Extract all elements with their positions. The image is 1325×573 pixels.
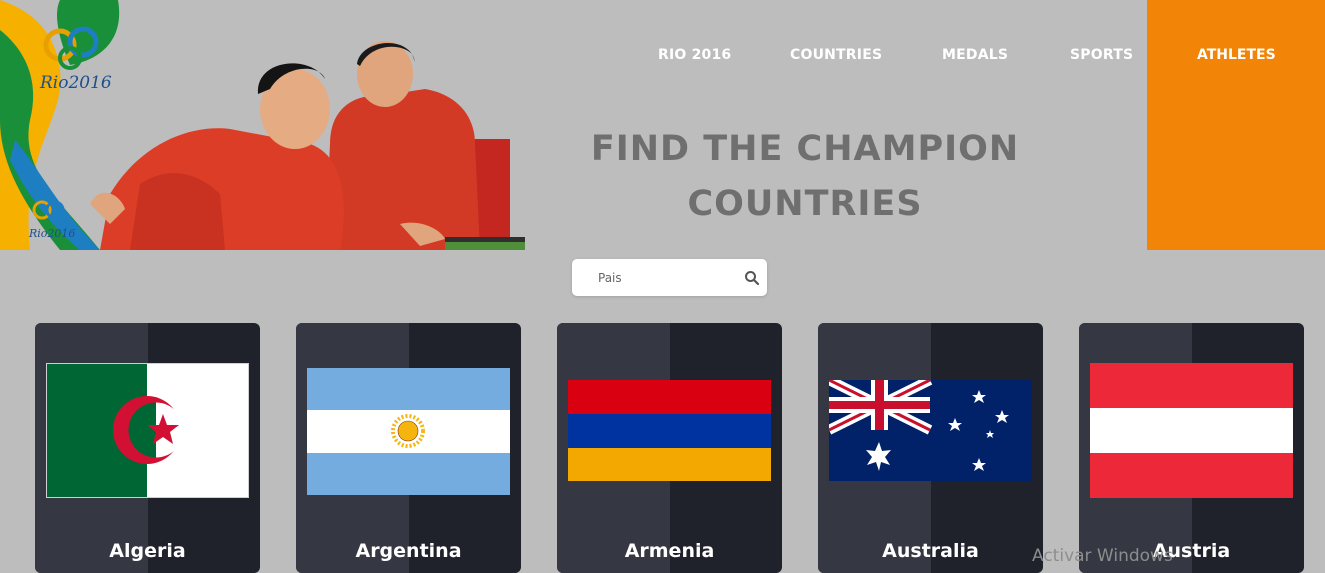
country-name: Australia	[882, 540, 979, 562]
search-input[interactable]	[596, 268, 730, 288]
country-name: Armenia	[624, 540, 715, 562]
page-title-line1: FIND THE CHAMPION	[590, 129, 1020, 169]
argentina-flag	[307, 368, 510, 495]
nav-rio-2016[interactable]: RIO 2016	[658, 47, 731, 63]
nav-medals[interactable]: MEDALS	[942, 47, 1008, 63]
nav-countries[interactable]: COUNTRIES	[790, 47, 882, 63]
page-title-line2: COUNTRIES	[687, 184, 923, 224]
armenia-flag	[568, 380, 771, 481]
country-card-austria[interactable]: Austria	[1079, 323, 1304, 573]
page-title: FIND THE CHAMPION COUNTRIES	[555, 122, 1055, 232]
country-search	[572, 259, 767, 296]
header: Rio2016 Rio2016 RIO 2016 COUNTRIES MEDAL…	[0, 0, 1325, 250]
country-card-australia[interactable]: Australia	[818, 323, 1043, 573]
windows-activation-watermark: Activar Windows	[1032, 546, 1173, 566]
main-nav: RIO 2016 COUNTRIES MEDALS SPORTS	[0, 0, 1325, 112]
algeria-flag	[46, 363, 249, 498]
country-name: Algeria	[109, 540, 186, 562]
nav-athletes-label: ATHLETES	[1197, 47, 1276, 63]
search-icon[interactable]	[744, 270, 760, 286]
country-card-algeria[interactable]: Algeria	[35, 323, 260, 573]
small-logo-text: Rio2016	[28, 227, 75, 240]
nav-sports[interactable]: SPORTS	[1070, 47, 1133, 63]
austria-flag	[1090, 363, 1293, 498]
australia-flag	[829, 380, 1032, 481]
country-name: Argentina	[355, 540, 462, 562]
country-card-armenia[interactable]: Armenia	[557, 323, 782, 573]
nav-athletes[interactable]: ATHLETES	[1147, 0, 1325, 250]
country-card-argentina[interactable]: Argentina	[296, 323, 521, 573]
